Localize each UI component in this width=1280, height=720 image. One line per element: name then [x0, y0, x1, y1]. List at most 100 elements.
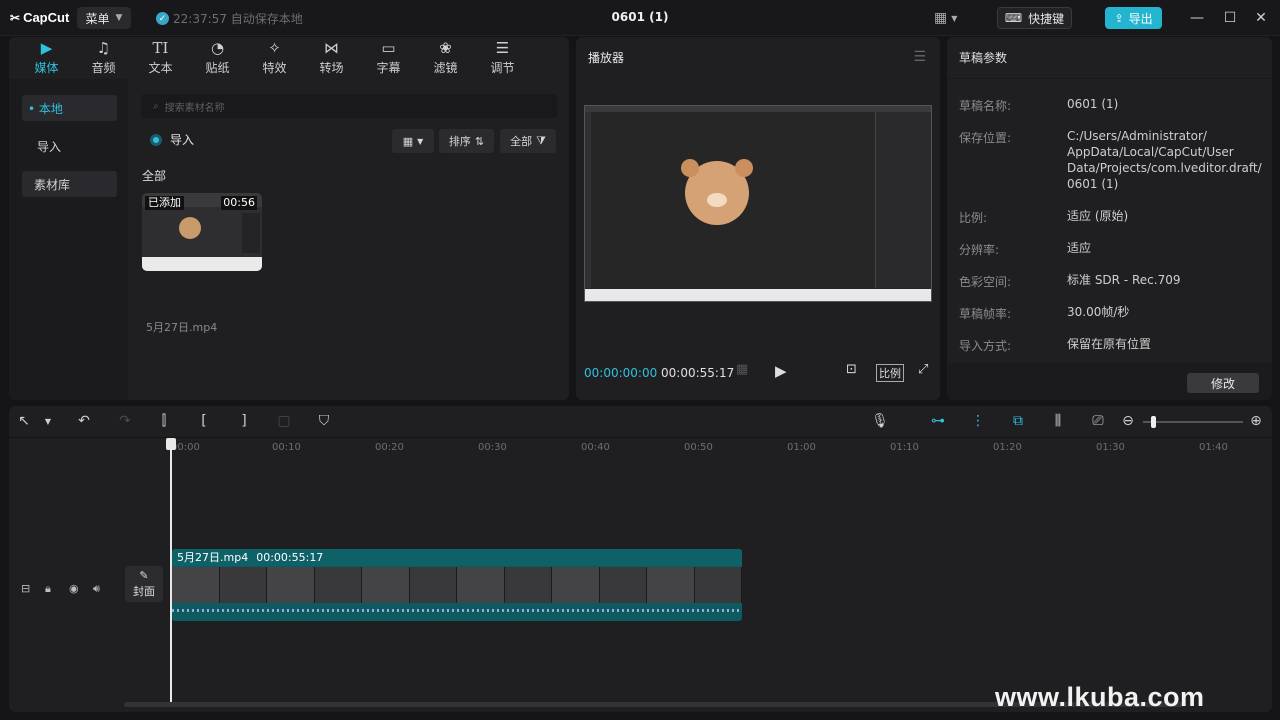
- eye-icon[interactable]: ◉: [69, 582, 79, 595]
- lock-icon[interactable]: 🔒︎: [45, 582, 51, 596]
- tab-sticker[interactable]: ◔ 贴纸: [189, 37, 246, 79]
- draft-params-panel: 草稿参数 草稿名称: 0601 (1) 保存位置: C:/Users/Admin…: [947, 37, 1272, 400]
- filter-icon: ❀: [439, 39, 452, 57]
- section-label: 全部: [142, 169, 167, 183]
- media-thumbnail[interactable]: 已添加 00:56: [142, 193, 262, 271]
- delete-left-icon[interactable]: [: [195, 413, 213, 429]
- player-title: 播放器: [588, 51, 625, 65]
- zoom-out-icon[interactable]: ⊖: [1119, 413, 1137, 429]
- ruler-tick: 00:30: [478, 442, 507, 453]
- tab-captions[interactable]: ▭ 字幕: [360, 37, 417, 79]
- search-input[interactable]: ⌕ 搜索素材名称: [141, 94, 557, 118]
- linkage-icon[interactable]: ⧉: [1007, 413, 1029, 429]
- video-preview[interactable]: [584, 105, 932, 302]
- tab-transition[interactable]: ⋈ 转场: [303, 37, 360, 79]
- zoom-slider[interactable]: [1143, 416, 1243, 428]
- align-icon[interactable]: ⫼: [1049, 413, 1067, 429]
- export-icon: ⇪: [1114, 11, 1124, 25]
- minimize-icon[interactable]: —: [1188, 9, 1206, 27]
- play-icon[interactable]: ▶: [775, 362, 787, 380]
- param-value-path: C:/Users/Administrator/ AppData/Local/Ca…: [1067, 129, 1262, 191]
- edit-button[interactable]: 修改: [1187, 373, 1259, 393]
- pencil-icon: ✎: [139, 569, 149, 582]
- captions-icon: ▭: [381, 39, 396, 57]
- import-icon: [150, 133, 162, 146]
- params-title: 草稿参数: [959, 51, 1008, 65]
- sort-icon: ⇅: [474, 134, 485, 148]
- close-icon[interactable]: ✕: [1252, 9, 1270, 27]
- layout-button[interactable]: ▦ ▼: [934, 7, 957, 29]
- thumbnail-duration: 00:56: [221, 196, 257, 210]
- snap-icon[interactable]: ⋮: [967, 413, 989, 429]
- select-tool-icon[interactable]: ↖: [15, 413, 33, 429]
- tab-audio[interactable]: ♫ 音频: [75, 37, 132, 79]
- total-time: 00:00:55:17: [661, 366, 735, 380]
- redo-icon[interactable]: ↷: [116, 413, 134, 429]
- media-sidebar: • 本地 导入 素材库: [9, 79, 128, 400]
- ruler-tick: 01:40: [1199, 442, 1228, 453]
- preview-axis-icon[interactable]: ⎚: [1089, 413, 1107, 429]
- link-main-track-icon[interactable]: ⊶: [927, 413, 949, 429]
- ruler-tick: 00:40: [581, 442, 610, 453]
- chevron-down-icon: ▼: [417, 136, 424, 146]
- sort-button[interactable]: 排序 ⇅: [439, 129, 494, 153]
- filter-all-button[interactable]: 全部 ⧩: [500, 129, 556, 153]
- screenshot-icon[interactable]: ⊡: [846, 362, 857, 377]
- sticker-icon: ◔: [210, 39, 225, 57]
- menu-button[interactable]: 菜单 ▼: [77, 7, 131, 29]
- video-clip[interactable]: 5月27日.mp4 00:00:55:17: [172, 549, 742, 621]
- sidebar-item-library[interactable]: 素材库: [22, 171, 117, 197]
- param-value-name: 0601 (1): [1067, 97, 1119, 111]
- param-label-ratio: 比例:: [959, 211, 988, 225]
- split-icon[interactable]: ⫿: [155, 413, 173, 429]
- tab-effects[interactable]: ✧ 特效: [246, 37, 303, 79]
- audio-icon: ♫: [96, 39, 111, 57]
- sidebar-item-local[interactable]: • 本地: [22, 95, 117, 121]
- file-name: 5月27日.mp4: [146, 321, 218, 334]
- shield-icon[interactable]: ⛉: [315, 413, 333, 429]
- player-panel: 播放器 ☰ 00:00:00:00 00:00:55:17 ▦ ▶ ⊡ 比例 ⤢: [576, 37, 940, 400]
- track-hide-icon[interactable]: ⊟: [21, 582, 30, 595]
- bear-figure-icon: [681, 159, 753, 225]
- watermark: www.lkuba.com: [995, 682, 1205, 712]
- zoom-slider-handle[interactable]: [1151, 416, 1156, 428]
- tab-media[interactable]: ▶ 媒体: [18, 37, 75, 79]
- media-icon: ▶: [40, 39, 53, 57]
- maximize-icon[interactable]: ☐: [1221, 9, 1239, 27]
- param-label-framerate: 草稿帧率:: [959, 307, 1012, 321]
- microphone-icon[interactable]: 🎙: [871, 413, 889, 429]
- effects-icon: ✧: [268, 39, 281, 57]
- param-label-path: 保存位置:: [959, 131, 1012, 145]
- delete-icon[interactable]: ▢: [275, 413, 293, 429]
- volume-icon[interactable]: 🔊︎: [93, 582, 100, 596]
- media-main: ⌕ 搜索素材名称 导入 ▦ ▼ 排序 ⇅ 全部 ⧩ 全部 已添加 00:56 5…: [128, 79, 569, 400]
- tab-filter[interactable]: ❀ 滤镜: [417, 37, 474, 79]
- shortcuts-button[interactable]: ⌨ 快捷键: [997, 7, 1072, 29]
- cover-button[interactable]: ✎ 封面: [125, 566, 163, 602]
- ruler-tick: 01:30: [1096, 442, 1125, 453]
- menu-icon[interactable]: ☰: [913, 49, 926, 65]
- sidebar-item-import[interactable]: 导入: [22, 133, 117, 159]
- fullscreen-icon[interactable]: ⤢: [918, 362, 928, 377]
- import-button[interactable]: 导入: [150, 131, 194, 148]
- export-button[interactable]: ⇪ 导出: [1105, 7, 1162, 29]
- chevron-down-icon[interactable]: ▼: [39, 417, 57, 426]
- ratio-button[interactable]: 比例: [876, 364, 904, 382]
- view-mode-button[interactable]: ▦ ▼: [392, 129, 434, 153]
- tab-text[interactable]: TI 文本: [132, 37, 189, 79]
- delete-right-icon[interactable]: ]: [235, 413, 253, 429]
- ruler-tick: 01:20: [993, 442, 1022, 453]
- clip-frames: [172, 567, 742, 603]
- playhead-handle[interactable]: [166, 438, 176, 450]
- zoom-in-icon[interactable]: ⊕: [1247, 413, 1265, 429]
- clip-name: 5月27日.mp4: [177, 551, 249, 564]
- frames-icon[interactable]: ▦: [736, 362, 748, 377]
- timeline-ruler[interactable]: 00:00 00:10 00:20 00:30 00:40 00:50 01:0…: [169, 438, 1269, 460]
- grid-icon: ▦: [402, 134, 414, 148]
- param-value-framerate: 30.00帧/秒: [1067, 305, 1130, 319]
- playhead[interactable]: [170, 440, 172, 702]
- tab-adjust[interactable]: ☰ 调节: [474, 37, 531, 79]
- undo-icon[interactable]: ↶: [75, 413, 93, 429]
- added-badge: 已添加: [145, 196, 184, 210]
- param-value-import-mode: 保留在原有位置: [1067, 337, 1152, 351]
